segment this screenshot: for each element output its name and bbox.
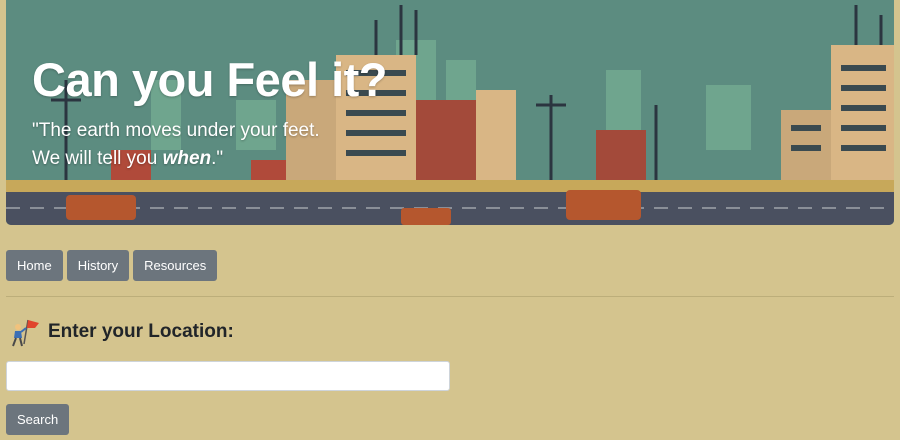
tagline-line-2-prefix: We will tell you bbox=[32, 148, 163, 169]
page-title: Can you Feel it? bbox=[32, 53, 388, 106]
tagline-line-1: "The earth moves under your feet. bbox=[32, 120, 320, 141]
section-divider bbox=[6, 296, 894, 297]
tagline-emphasis: when bbox=[162, 148, 212, 169]
hero-tagline: "The earth moves under your feet. We wil… bbox=[32, 117, 320, 173]
nav-resources-button[interactable]: Resources bbox=[133, 250, 218, 281]
location-heading: Enter your Location: bbox=[10, 316, 234, 348]
search-button[interactable]: Search bbox=[6, 404, 70, 435]
nav-home-button[interactable]: Home bbox=[6, 250, 63, 281]
main-nav: Home History Resources bbox=[6, 250, 218, 281]
nav-history-button[interactable]: History bbox=[66, 250, 130, 281]
hero-image bbox=[6, 0, 894, 225]
tagline-line-2-suffix: ." bbox=[211, 148, 224, 169]
flag-person-icon bbox=[12, 319, 39, 347]
hero-banner: Can you Feel it? "The earth moves under … bbox=[6, 0, 894, 225]
location-heading-text: Enter your Location: bbox=[48, 321, 234, 342]
location-input[interactable] bbox=[6, 361, 450, 391]
